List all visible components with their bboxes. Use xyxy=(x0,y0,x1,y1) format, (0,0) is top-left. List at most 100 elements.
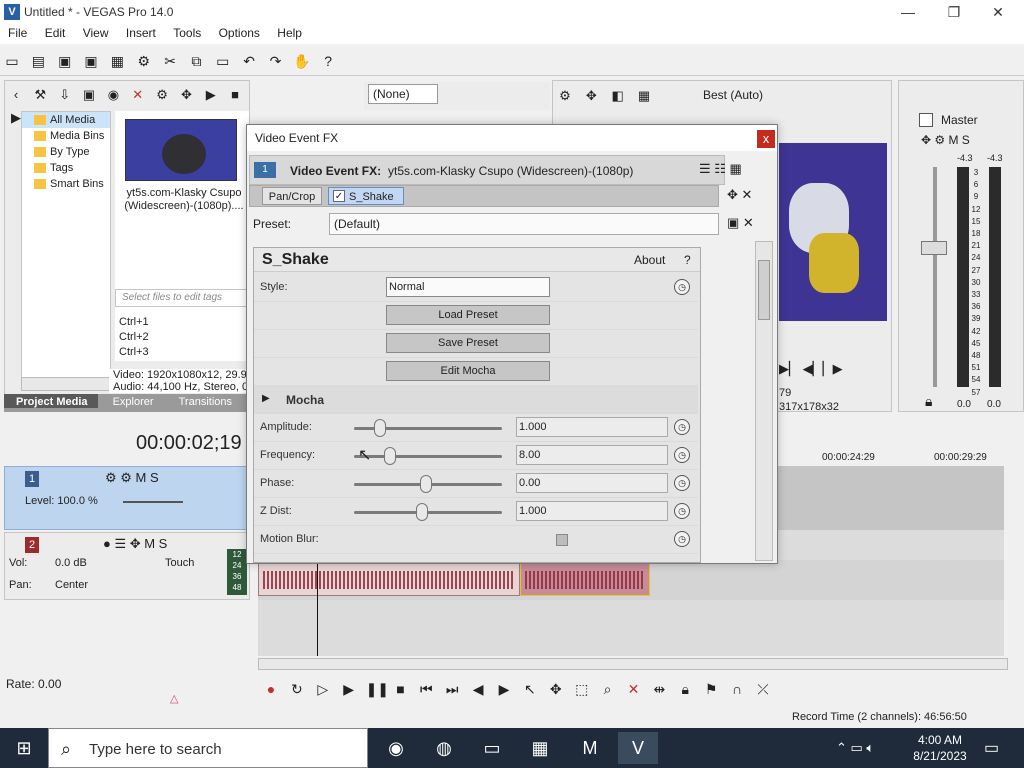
vegas-movie-icon[interactable]: M xyxy=(570,732,610,764)
tags-input[interactable]: Select files to edit tags xyxy=(115,289,249,307)
style-select[interactable]: Normal xyxy=(386,277,550,297)
fx-view-icons[interactable]: ☰ ☷ ▦ xyxy=(699,161,742,177)
next-frame-icon[interactable]: ▶ xyxy=(495,680,513,698)
amplitude-slider-thumb[interactable] xyxy=(374,419,386,437)
new-file-icon[interactable]: ▭ xyxy=(3,52,21,70)
save-preset-button[interactable]: Save Preset xyxy=(386,333,550,353)
lock-icon[interactable]: 🔒︎ xyxy=(676,680,694,698)
record-icon[interactable]: ● xyxy=(262,680,280,698)
snap-icon[interactable]: ∩ xyxy=(728,680,746,698)
cut-icon[interactable]: ✂ xyxy=(161,52,179,70)
minimize-button[interactable]: — xyxy=(888,2,928,22)
track-1-icons[interactable]: ⚙ ⚙ M S xyxy=(105,470,159,486)
track-1-level-slider[interactable] xyxy=(123,501,183,503)
preset-save-delete-icons[interactable]: ▣ ✕ xyxy=(727,215,754,231)
preview-move-icon[interactable]: ✥ xyxy=(582,87,600,105)
redo-icon[interactable]: ↷ xyxy=(266,52,284,70)
shortcut-3[interactable]: Ctrl+3 xyxy=(115,345,249,360)
play-icon[interactable]: ▶ xyxy=(340,680,358,698)
keyframe-icon[interactable]: ◷ xyxy=(674,503,690,519)
close-button[interactable]: ✕ xyxy=(978,2,1018,22)
rate-marker-icon[interactable]: △ xyxy=(170,692,178,705)
master-fader-thumb[interactable] xyxy=(921,241,947,255)
lock-icon[interactable]: 🔒︎ xyxy=(925,393,932,410)
taskbar-search[interactable]: ⌕ Type here to search xyxy=(48,728,368,768)
preset-select[interactable]: (Default) xyxy=(329,213,719,235)
master-fader-track[interactable] xyxy=(933,167,937,387)
start-windows-icon[interactable]: ⊞ xyxy=(0,728,48,768)
preview-gear-icon[interactable]: ⚙ xyxy=(556,87,574,105)
audio-clip[interactable] xyxy=(258,562,520,596)
fx-chain-icons[interactable]: ✥ ✕ xyxy=(727,187,752,203)
help-icon[interactable]: ? xyxy=(319,52,337,70)
play-from-start-icon[interactable]: ▷ xyxy=(314,680,332,698)
phase-slider-thumb[interactable] xyxy=(420,475,432,493)
plugin-select[interactable]: (None) xyxy=(368,84,438,104)
system-tray-icons[interactable]: ⌃ ▭ 🔈︎ xyxy=(836,740,874,756)
import-icon[interactable]: ⇩ xyxy=(56,86,74,104)
menu-edit[interactable]: Edit xyxy=(37,24,72,40)
file-explorer-icon[interactable]: ▭ xyxy=(472,732,512,764)
pause-icon[interactable]: ❚❚ xyxy=(366,680,389,698)
selection-tool-icon[interactable]: ⬚ xyxy=(573,680,591,698)
tab-transitions[interactable]: Transitions xyxy=(167,394,242,408)
video-track-header[interactable]: 1 ⚙ ⚙ M S Level: 100.0 % xyxy=(4,466,250,530)
dialog-close-button[interactable]: x xyxy=(757,130,775,148)
preview-grid-icon[interactable]: ▦ xyxy=(635,87,653,105)
audio-clip-selected[interactable] xyxy=(520,562,650,596)
expand-arrow-icon[interactable]: ▶ xyxy=(262,393,270,404)
playhead-cursor[interactable] xyxy=(317,560,318,656)
save-as-icon[interactable]: ▣ xyxy=(82,52,100,70)
capture-icon[interactable]: ▣ xyxy=(80,86,98,104)
open-folder-icon[interactable]: ▤ xyxy=(29,52,47,70)
preview-split-icon[interactable]: ◧ xyxy=(609,87,627,105)
keyframe-icon[interactable]: ◷ xyxy=(674,419,690,435)
properties-gear-icon[interactable]: ⚙ xyxy=(135,52,153,70)
tree-item-tags[interactable]: Tags xyxy=(22,160,110,176)
auto-crossfade-icon[interactable]: ⤫ xyxy=(754,680,772,698)
amplitude-value[interactable]: 1.000 xyxy=(516,417,668,437)
tree-item-all-media[interactable]: All Media xyxy=(22,112,110,128)
s-shake-enable-checkbox[interactable]: ✓ xyxy=(333,190,345,202)
notification-icon[interactable]: ▭ xyxy=(984,738,999,758)
menu-file[interactable]: File xyxy=(0,24,33,40)
zdist-slider[interactable] xyxy=(354,511,502,514)
move-icon[interactable]: ✥ xyxy=(177,86,195,104)
zoom-tool-icon[interactable]: ⌕ xyxy=(599,680,617,698)
delete-icon[interactable]: ✕ xyxy=(624,680,642,698)
menu-options[interactable]: Options xyxy=(211,24,266,40)
save-icon[interactable]: ▣ xyxy=(56,52,74,70)
prev-frame-icon[interactable]: ◀▏▏▶ xyxy=(803,361,843,376)
menu-help[interactable]: Help xyxy=(269,24,308,40)
master-checkbox[interactable] xyxy=(919,113,933,127)
shortcut-2[interactable]: Ctrl+2 xyxy=(115,330,249,345)
envelope-tool-icon[interactable]: ✥ xyxy=(547,680,565,698)
render-icon[interactable]: ▦ xyxy=(108,52,126,70)
audio-track-header[interactable]: 2 ● ☰ ✥ M S Vol: 0.0 dB Touch Pan: Cente… xyxy=(4,532,250,600)
fx-scroll-thumb[interactable] xyxy=(758,260,770,320)
back-arrow-icon[interactable]: ‹ xyxy=(7,86,25,104)
stop-icon[interactable]: ■ xyxy=(226,86,244,104)
go-to-end-icon[interactable]: ⏭ xyxy=(443,680,461,698)
shortcut-1[interactable]: Ctrl+1 xyxy=(115,315,249,330)
timeline-ruler[interactable]: 00:00:24:29 00:00:29:29 xyxy=(780,448,1006,466)
go-to-start-icon[interactable]: ⏮ xyxy=(417,680,435,698)
about-button[interactable]: About xyxy=(634,253,665,267)
mocha-section[interactable]: ▶ Mocha xyxy=(254,386,698,414)
chain-pan-crop-button[interactable]: Pan/Crop xyxy=(262,187,322,205)
gear-icon[interactable]: ⚙ xyxy=(153,86,171,104)
preview-quality-select[interactable]: Best (Auto) xyxy=(703,88,763,102)
store-icon[interactable]: ▦ xyxy=(520,732,560,764)
keyframe-icon[interactable]: ◷ xyxy=(674,475,690,491)
keyframe-icon[interactable]: ◷ xyxy=(674,531,690,547)
hand-tool-icon[interactable]: ✋ xyxy=(293,52,311,70)
tools-icon[interactable]: ⚒ xyxy=(31,86,49,104)
paste-icon[interactable]: ▭ xyxy=(214,52,232,70)
prev-frame-icon[interactable]: ◀ xyxy=(469,680,487,698)
edit-tool-icon[interactable]: ↖ xyxy=(521,680,539,698)
zdist-value[interactable]: 1.000 xyxy=(516,501,668,521)
phase-value[interactable]: 0.00 xyxy=(516,473,668,493)
menu-tools[interactable]: Tools xyxy=(165,24,207,40)
tab-explorer[interactable]: Explorer xyxy=(101,394,164,408)
play-icon[interactable]: ▶ xyxy=(202,86,220,104)
